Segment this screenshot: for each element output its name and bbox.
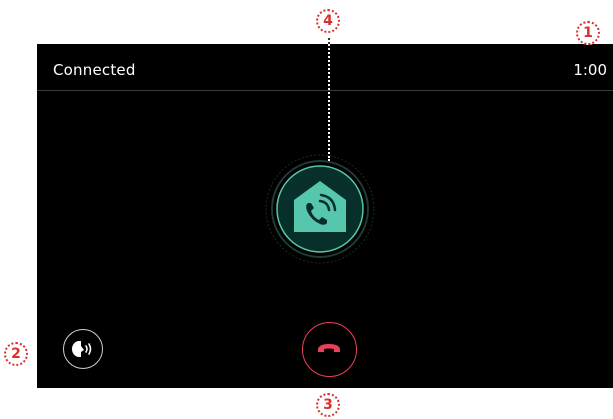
callout-4: 4: [316, 9, 340, 33]
call-status-label: Connected: [53, 61, 136, 79]
voice-button[interactable]: [63, 329, 103, 369]
status-bar: Connected 1:00: [37, 44, 613, 91]
end-call-icon: [318, 344, 340, 352]
call-screen-diagram: Connected 1:00 1 2 3 4: [0, 0, 613, 419]
voice-speaker-icon: [72, 341, 92, 357]
device-screen: Connected 1:00: [37, 44, 613, 388]
callout-3: 3: [316, 393, 340, 417]
caller-avatar: [265, 154, 375, 264]
callout-leader-line: [328, 33, 330, 161]
callout-2: 2: [4, 342, 28, 366]
call-timer: 1:00: [573, 61, 607, 79]
callout-1: 1: [576, 21, 600, 45]
end-call-button[interactable]: [302, 322, 357, 377]
home-phone-icon: [265, 154, 375, 264]
